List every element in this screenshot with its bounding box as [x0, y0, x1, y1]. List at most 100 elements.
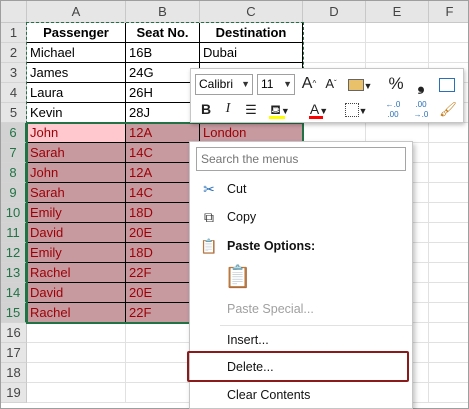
table-header-destination[interactable]: Destination [200, 23, 303, 43]
row-header[interactable]: 10 [1, 203, 27, 223]
cell-seat[interactable]: 12A [126, 123, 200, 143]
accounting-format-button[interactable]: ▼ [347, 73, 373, 95]
menu-item-copy[interactable]: ⧉ Copy [190, 205, 412, 229]
empty-cell[interactable] [429, 223, 468, 243]
cell-passenger[interactable]: James [27, 63, 126, 83]
row-header[interactable]: 15 [1, 303, 27, 323]
row-header[interactable]: 1 [1, 23, 27, 43]
menu-item-insert[interactable]: Insert... [190, 328, 412, 352]
increase-decimal-button[interactable]: ←.0 .00 [381, 98, 405, 120]
row-header[interactable]: 9 [1, 183, 27, 203]
cell-passenger[interactable]: Sarah [27, 183, 126, 203]
cell-passenger[interactable]: Emily [27, 243, 126, 263]
row-header[interactable]: 14 [1, 283, 27, 303]
cell-passenger[interactable]: Michael [27, 43, 126, 63]
format-painter-button[interactable]: 🖌 [437, 98, 459, 120]
column-header-b[interactable]: B [126, 1, 200, 23]
column-header-f[interactable]: F [429, 1, 468, 23]
fill-color-button[interactable]: ⛾▼ [265, 98, 295, 120]
font-name-combo[interactable]: Calibri ▼ [195, 74, 253, 95]
cell-passenger[interactable]: Rachel [27, 263, 126, 283]
column-header-e[interactable]: E [366, 1, 429, 23]
bold-button[interactable]: B [197, 98, 215, 120]
cell-passenger[interactable]: David [27, 283, 126, 303]
menu-item-cut[interactable]: ✂ Cut [190, 177, 412, 201]
empty-cell[interactable] [429, 363, 468, 383]
row-header[interactable]: 19 [1, 383, 27, 403]
percent-style-button[interactable]: % [385, 73, 407, 95]
cell-passenger[interactable]: David [27, 223, 126, 243]
empty-cell[interactable] [429, 303, 468, 323]
empty-cell[interactable] [429, 243, 468, 263]
empty-cell[interactable] [27, 383, 126, 403]
row-header[interactable]: 13 [1, 263, 27, 283]
empty-cell[interactable] [27, 323, 126, 343]
paste-button[interactable]: 📋 [224, 262, 252, 292]
empty-cell[interactable] [366, 43, 429, 63]
cell-passenger[interactable]: John [27, 123, 126, 143]
empty-cell[interactable] [429, 143, 468, 163]
empty-cell[interactable] [429, 203, 468, 223]
empty-cell[interactable] [429, 263, 468, 283]
select-all-corner[interactable] [1, 1, 27, 23]
menu-item-paste-special[interactable]: Paste Special... [190, 297, 412, 321]
empty-cell[interactable] [429, 383, 468, 403]
empty-cell[interactable] [366, 23, 429, 43]
decrease-decimal-button[interactable]: .00 →.0 [409, 98, 433, 120]
row-header[interactable]: 2 [1, 43, 27, 63]
empty-cell[interactable] [366, 123, 429, 143]
align-center-button[interactable]: ☰ [241, 98, 261, 120]
row-header[interactable]: 5 [1, 103, 27, 123]
empty-cell[interactable] [27, 363, 126, 383]
empty-cell[interactable] [429, 23, 468, 43]
empty-cell[interactable] [429, 343, 468, 363]
row-header[interactable]: 8 [1, 163, 27, 183]
row-header[interactable]: 3 [1, 63, 27, 83]
cell-destination[interactable]: London [200, 123, 303, 143]
borders-button[interactable]: ▼ [343, 98, 369, 120]
empty-cell[interactable] [429, 283, 468, 303]
empty-cell[interactable] [429, 43, 468, 63]
font-size-combo[interactable]: 11 ▼ [257, 74, 295, 95]
table-header-passenger[interactable]: Passenger [27, 23, 126, 43]
table-header-seat[interactable]: Seat No. [126, 23, 200, 43]
cell-passenger[interactable]: John [27, 163, 126, 183]
cell-passenger[interactable]: Emily [27, 203, 126, 223]
row-header[interactable]: 4 [1, 83, 27, 103]
italic-button[interactable]: I [219, 98, 237, 120]
cell-seat[interactable]: 26H [126, 83, 200, 103]
cell-passenger[interactable]: Sarah [27, 143, 126, 163]
empty-cell[interactable] [429, 183, 468, 203]
row-header[interactable]: 16 [1, 323, 27, 343]
cell-seat[interactable]: 16B [126, 43, 200, 63]
empty-cell[interactable] [303, 23, 366, 43]
row-header[interactable]: 11 [1, 223, 27, 243]
empty-cell[interactable] [429, 163, 468, 183]
cell-destination[interactable]: Dubai [200, 43, 303, 63]
empty-cell[interactable] [303, 123, 366, 143]
cell-passenger[interactable]: Rachel [27, 303, 126, 323]
shrink-font-button[interactable]: Aˇ [321, 73, 341, 95]
menu-search-input[interactable] [196, 147, 406, 171]
cell-seat[interactable]: 24G [126, 63, 200, 83]
empty-cell[interactable] [27, 343, 126, 363]
cell-passenger[interactable]: Kevin [27, 103, 126, 123]
cell-passenger[interactable]: Laura [27, 83, 126, 103]
column-header-d[interactable]: D [303, 1, 366, 23]
column-header-a[interactable]: A [27, 1, 126, 23]
row-header[interactable]: 6 [1, 123, 27, 143]
cell-seat[interactable]: 28J [126, 103, 200, 123]
grow-font-button[interactable]: A^ [299, 73, 319, 95]
column-header-c[interactable]: C [200, 1, 303, 23]
row-header[interactable]: 7 [1, 143, 27, 163]
row-header[interactable]: 18 [1, 363, 27, 383]
merge-center-button[interactable] [435, 73, 459, 95]
font-color-button[interactable]: A▼ [305, 98, 333, 120]
comma-style-button[interactable]: ❟ [411, 73, 431, 95]
empty-cell[interactable] [429, 123, 468, 143]
empty-cell[interactable] [429, 323, 468, 343]
empty-cell[interactable] [303, 43, 366, 63]
row-header[interactable]: 12 [1, 243, 27, 263]
menu-item-clear-contents[interactable]: Clear Contents [190, 383, 412, 407]
row-header[interactable]: 17 [1, 343, 27, 363]
